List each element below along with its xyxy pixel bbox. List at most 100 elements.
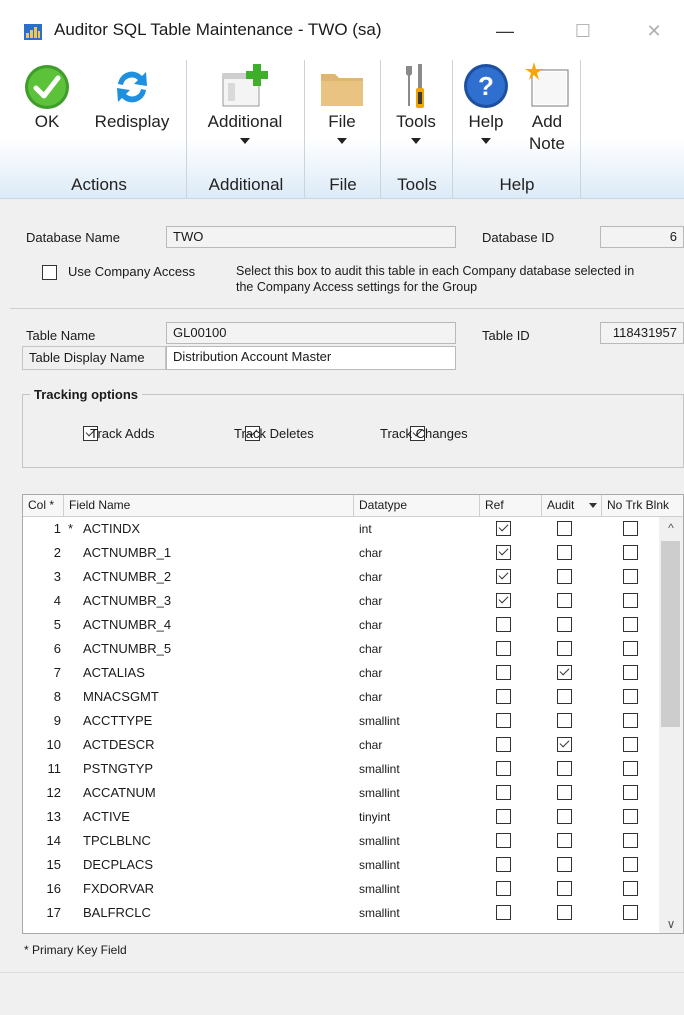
scroll-down-icon[interactable]: ∨ xyxy=(659,913,683,933)
ref-checkbox[interactable] xyxy=(496,569,511,584)
no-track-blank-checkbox[interactable] xyxy=(623,617,638,632)
table-id-field[interactable]: 118431957 xyxy=(600,322,684,344)
table-row[interactable]: 15 DECPLACS smallint xyxy=(23,853,659,877)
audit-checkbox[interactable] xyxy=(557,593,572,608)
ref-checkbox[interactable] xyxy=(496,881,511,896)
no-track-blank-checkbox[interactable] xyxy=(623,521,638,536)
tools-button[interactable]: Tools xyxy=(388,62,444,144)
audit-checkbox[interactable] xyxy=(557,881,572,896)
field-name: MNACSGMT xyxy=(83,689,159,704)
ref-checkbox[interactable] xyxy=(496,617,511,632)
audit-checkbox[interactable] xyxy=(557,857,572,872)
maximize-button[interactable]: ☐ xyxy=(560,14,606,48)
table-row[interactable]: 1 * ACTINDX int xyxy=(23,517,659,541)
audit-checkbox[interactable] xyxy=(557,545,572,560)
ref-checkbox[interactable] xyxy=(496,809,511,824)
header-field-name[interactable]: Field Name xyxy=(69,498,130,512)
scroll-thumb[interactable] xyxy=(661,541,680,727)
ref-checkbox[interactable] xyxy=(496,665,511,680)
additional-button[interactable]: Additional xyxy=(196,62,294,144)
no-track-blank-checkbox[interactable] xyxy=(623,569,638,584)
header-col[interactable]: Col * xyxy=(28,498,54,512)
use-company-access-checkbox[interactable] xyxy=(42,265,57,280)
no-track-blank-checkbox[interactable] xyxy=(623,713,638,728)
table-row[interactable]: 8 MNACSGMT char xyxy=(23,685,659,709)
audit-checkbox[interactable] xyxy=(557,713,572,728)
no-track-blank-checkbox[interactable] xyxy=(623,545,638,560)
redisplay-button[interactable]: Redisplay xyxy=(88,64,176,134)
table-row[interactable]: 3 ACTNUMBR_2 char xyxy=(23,565,659,589)
ref-checkbox[interactable] xyxy=(496,785,511,800)
database-name-field[interactable]: TWO xyxy=(166,226,456,248)
table-row[interactable]: 16 FXDORVAR smallint xyxy=(23,877,659,901)
audit-checkbox[interactable] xyxy=(557,905,572,920)
add-note-label-1: Add xyxy=(531,112,563,131)
file-button[interactable]: File xyxy=(314,66,370,144)
header-no-trk-blnk[interactable]: No Trk Blnk xyxy=(607,498,669,512)
table-row[interactable]: 2 ACTNUMBR_1 char xyxy=(23,541,659,565)
ref-checkbox[interactable] xyxy=(496,593,511,608)
no-track-blank-checkbox[interactable] xyxy=(623,665,638,680)
table-row[interactable]: 14 TPCLBLNC smallint xyxy=(23,829,659,853)
no-track-blank-checkbox[interactable] xyxy=(623,833,638,848)
ref-checkbox[interactable] xyxy=(496,713,511,728)
table-row[interactable]: 6 ACTNUMBR_5 char xyxy=(23,637,659,661)
no-track-blank-checkbox[interactable] xyxy=(623,689,638,704)
ref-checkbox[interactable] xyxy=(496,641,511,656)
vertical-scrollbar[interactable]: ^ ∨ xyxy=(659,517,683,933)
audit-checkbox[interactable] xyxy=(557,785,572,800)
audit-checkbox[interactable] xyxy=(557,665,572,680)
ref-checkbox[interactable] xyxy=(496,857,511,872)
no-track-blank-checkbox[interactable] xyxy=(623,857,638,872)
ref-checkbox[interactable] xyxy=(496,737,511,752)
table-row[interactable]: 7 ACTALIAS char xyxy=(23,661,659,685)
audit-checkbox[interactable] xyxy=(557,737,572,752)
table-display-name-label: Table Display Name xyxy=(22,346,166,370)
help-button[interactable]: ? Help xyxy=(458,62,514,144)
table-row[interactable]: 5 ACTNUMBR_4 char xyxy=(23,613,659,637)
audit-checkbox[interactable] xyxy=(557,833,572,848)
header-datatype[interactable]: Datatype xyxy=(359,498,407,512)
table-row[interactable]: 4 ACTNUMBR_3 char xyxy=(23,589,659,613)
ref-checkbox[interactable] xyxy=(496,905,511,920)
table-row[interactable]: 10 ACTDESCR char xyxy=(23,733,659,757)
table-display-name-field[interactable]: Distribution Account Master xyxy=(166,346,456,370)
audit-checkbox[interactable] xyxy=(557,809,572,824)
close-button[interactable]: ✕ xyxy=(634,14,674,48)
header-audit[interactable]: Audit xyxy=(547,498,574,512)
audit-checkbox[interactable] xyxy=(557,761,572,776)
no-track-blank-checkbox[interactable] xyxy=(623,737,638,752)
audit-checkbox[interactable] xyxy=(557,521,572,536)
header-ref[interactable]: Ref xyxy=(485,498,504,512)
ref-checkbox[interactable] xyxy=(496,761,511,776)
ok-button[interactable]: OK xyxy=(22,64,72,134)
ref-checkbox[interactable] xyxy=(496,689,511,704)
sort-dropdown-icon[interactable] xyxy=(589,503,597,508)
audit-checkbox[interactable] xyxy=(557,689,572,704)
table-name-field[interactable]: GL00100 xyxy=(166,322,456,344)
ref-checkbox[interactable] xyxy=(496,545,511,560)
table-row[interactable]: 12 ACCATNUM smallint xyxy=(23,781,659,805)
table-row[interactable]: 13 ACTIVE tinyint xyxy=(23,805,659,829)
audit-checkbox[interactable] xyxy=(557,617,572,632)
no-track-blank-checkbox[interactable] xyxy=(623,785,638,800)
table-row[interactable]: 17 BALFRCLC smallint xyxy=(23,901,659,925)
audit-checkbox[interactable] xyxy=(557,641,572,656)
scroll-up-icon[interactable]: ^ xyxy=(659,517,683,539)
no-track-blank-checkbox[interactable] xyxy=(623,761,638,776)
no-track-blank-checkbox[interactable] xyxy=(623,593,638,608)
datatype: char xyxy=(359,570,383,584)
add-note-button[interactable]: Add Note xyxy=(518,60,576,156)
no-track-blank-checkbox[interactable] xyxy=(623,905,638,920)
ref-checkbox[interactable] xyxy=(496,521,511,536)
ref-checkbox[interactable] xyxy=(496,833,511,848)
audit-checkbox[interactable] xyxy=(557,569,572,584)
no-track-blank-checkbox[interactable] xyxy=(623,641,638,656)
minimize-button[interactable]: — xyxy=(482,14,528,48)
no-track-blank-checkbox[interactable] xyxy=(623,881,638,896)
col-number: 11 xyxy=(47,761,62,776)
table-row[interactable]: 9 ACCTTYPE smallint xyxy=(23,709,659,733)
table-row[interactable]: 11 PSTNGTYP smallint xyxy=(23,757,659,781)
no-track-blank-checkbox[interactable] xyxy=(623,809,638,824)
database-id-field[interactable]: 6 xyxy=(600,226,684,248)
